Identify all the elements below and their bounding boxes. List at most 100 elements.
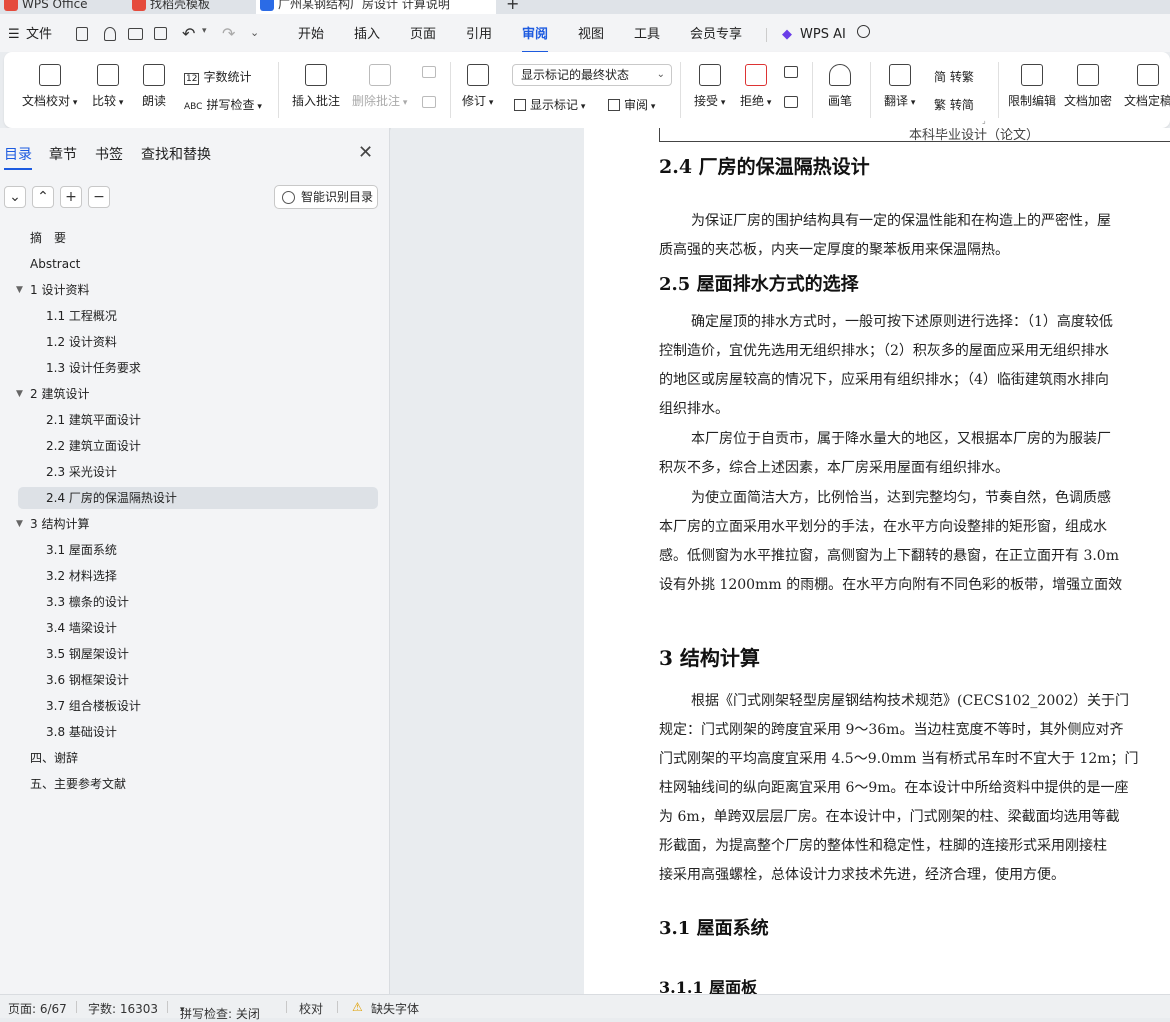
insert-comment-button[interactable]: 插入批注: [292, 64, 340, 109]
tab-bookmarks[interactable]: 书签: [95, 144, 123, 164]
doc-proofread-button[interactable]: 文档校对 ▾: [22, 64, 77, 109]
toc-item[interactable]: 3 结构计算: [18, 513, 378, 535]
toc-item[interactable]: 3.2 材料选择: [18, 565, 378, 587]
expand-corner-icon[interactable]: ⌟: [982, 116, 986, 125]
delete-comment-button[interactable]: 删除批注 ▾: [352, 64, 407, 109]
active-tab-indicator: [4, 168, 32, 170]
button-label: 画笔: [828, 94, 853, 108]
page-indicator[interactable]: 页面: 6/67: [8, 1000, 67, 1017]
prev-change-icon[interactable]: [784, 66, 798, 78]
doc-encrypt-button[interactable]: 文档加密: [1064, 64, 1112, 109]
divider: [167, 1001, 168, 1013]
paragraph-line: 形截面，为提高整个厂房的整体性和稳定性，柱脚的连接形式采用刚接柱: [659, 838, 1107, 854]
markup-display-select[interactable]: 显示标记的最终状态 ⌄: [512, 64, 672, 86]
close-icon[interactable]: ✕: [358, 142, 373, 163]
hamburger-icon[interactable]: ☰: [8, 26, 20, 44]
toc-item[interactable]: 2.2 建筑立面设计: [18, 435, 378, 457]
spell-check-button[interactable]: ABC 拼写检查 ▾: [184, 96, 262, 113]
to-simplified-button[interactable]: 繁 转简: [934, 96, 974, 113]
new-tab-plus-icon[interactable]: +: [506, 0, 519, 13]
toc-item[interactable]: 1.2 设计资料: [18, 331, 378, 353]
toc-item[interactable]: 1.3 设计任务要求: [18, 357, 378, 379]
print-preview-icon[interactable]: [154, 27, 167, 40]
tab-chapters[interactable]: 章节: [49, 144, 77, 164]
menu-reference[interactable]: 引用: [466, 26, 492, 44]
document-page[interactable]: 本科毕业设计（论文） 2.4 厂房的保温隔热设计 为保证厂房的围护结构具有一定的…: [584, 128, 1170, 994]
toc-item-selected[interactable]: 2.4 厂房的保温隔热设计: [18, 487, 378, 509]
menu-view[interactable]: 视图: [578, 26, 604, 44]
button-label: 拒绝: [740, 94, 765, 108]
wps-ai-button[interactable]: WPS AI: [800, 26, 846, 44]
tab-wps-office[interactable]: WPS Office: [0, 0, 110, 14]
toc-item[interactable]: 1.1 工程概况: [18, 305, 378, 327]
toc-item[interactable]: 摘 要: [18, 227, 378, 249]
tab-current-document[interactable]: 广州某钢结构厂房设计 计算说明: [256, 0, 496, 14]
search-icon[interactable]: [857, 25, 870, 38]
toc-item[interactable]: 3.4 墙梁设计: [18, 617, 378, 639]
collapse-all-button[interactable]: ⌄: [4, 186, 26, 208]
undo-icon[interactable]: ↶: [182, 24, 195, 43]
redo-icon[interactable]: ↷: [222, 24, 235, 43]
share-icon[interactable]: [104, 27, 116, 41]
review-pane-button[interactable]: 审阅 ▾: [608, 96, 655, 113]
toc-item[interactable]: 1 设计资料: [18, 279, 378, 301]
missing-font-status[interactable]: 缺失字体: [371, 1000, 419, 1017]
more-chevron-icon[interactable]: ⌄: [250, 26, 259, 39]
print-icon[interactable]: [128, 28, 143, 40]
reject-button[interactable]: 拒绝 ▾: [740, 64, 771, 109]
save-icon[interactable]: [76, 27, 88, 41]
toc-item[interactable]: 2.3 采光设计: [18, 461, 378, 483]
toc-item[interactable]: 四、谢辞: [18, 747, 378, 769]
toc-item[interactable]: 2.1 建筑平面设计: [18, 409, 378, 431]
toc-item[interactable]: Abstract: [18, 253, 378, 275]
next-comment-icon[interactable]: [422, 96, 436, 108]
toc-item[interactable]: 3.5 钢屋架设计: [18, 643, 378, 665]
divider: [450, 62, 451, 118]
toc-item-label: 3.6 钢框架设计: [46, 673, 129, 687]
toc-item-label: 1 设计资料: [30, 283, 90, 297]
heading-3-1-1: 3.1.1 屋面板: [659, 978, 758, 994]
toc-item[interactable]: 2 建筑设计: [18, 383, 378, 405]
doc-finalize-button[interactable]: 文档定稿: [1124, 64, 1170, 109]
toc-item[interactable]: 3.3 檩条的设计: [18, 591, 378, 613]
compare-button[interactable]: 比较 ▾: [92, 64, 123, 109]
restrict-edit-button[interactable]: 限制编辑: [1008, 64, 1056, 109]
translate-button[interactable]: 翻译 ▾: [884, 64, 915, 109]
show-markup-button[interactable]: 显示标记 ▾: [514, 96, 585, 113]
tab-docer-templates[interactable]: 找稻壳模板: [128, 0, 248, 14]
tab-toc[interactable]: 目录: [4, 144, 32, 164]
menu-tools[interactable]: 工具: [634, 26, 660, 44]
next-change-icon[interactable]: [784, 96, 798, 108]
revise-button[interactable]: 修订 ▾: [462, 64, 493, 109]
smart-toc-button[interactable]: 智能识别目录: [274, 185, 378, 209]
pen-button[interactable]: 画笔: [828, 64, 852, 109]
toc-item[interactable]: 3.1 屋面系统: [18, 539, 378, 561]
read-aloud-button[interactable]: 朗读: [142, 64, 166, 109]
menu-page[interactable]: 页面: [410, 26, 436, 44]
accept-button[interactable]: 接受 ▾: [694, 64, 725, 109]
proofread-status[interactable]: 校对: [299, 1000, 323, 1017]
file-menu[interactable]: 文件: [26, 26, 52, 44]
expand-up-button[interactable]: ⌃: [32, 186, 54, 208]
toc-item[interactable]: 3.7 组合楼板设计: [18, 695, 378, 717]
chevron-down-icon[interactable]: ▾: [202, 26, 207, 36]
toc-item[interactable]: 3.6 钢框架设计: [18, 669, 378, 691]
paragraph-line: 积灰不多，综合上述因素，本厂房采用屋面有组织排水。: [659, 460, 1009, 476]
toc-item-label: 摘 要: [30, 231, 67, 245]
tab-find-replace[interactable]: 查找和替换: [141, 144, 211, 164]
remove-heading-button[interactable]: −: [88, 186, 110, 208]
menu-start[interactable]: 开始: [298, 26, 324, 44]
word-count-indicator[interactable]: 字数: 16303: [88, 1000, 158, 1017]
paragraph-line: 本厂房位于自贡市，属于降水量大的地区，又根据本厂房的为服装厂: [691, 431, 1111, 447]
add-heading-button[interactable]: +: [60, 186, 82, 208]
menu-insert[interactable]: 插入: [354, 26, 380, 44]
chevron-down-icon: ⌄: [656, 69, 665, 80]
prev-comment-icon[interactable]: [422, 66, 436, 78]
menu-review[interactable]: 审阅: [522, 26, 548, 44]
to-traditional-button[interactable]: 简 转繁: [934, 68, 974, 85]
toc-item[interactable]: 3.8 基础设计: [18, 721, 378, 743]
word-count-button[interactable]: 12 字数统计: [184, 68, 251, 85]
toc-item[interactable]: 五、主要参考文献: [18, 773, 378, 795]
menu-member[interactable]: 会员专享: [690, 26, 742, 44]
divider: [278, 62, 279, 118]
